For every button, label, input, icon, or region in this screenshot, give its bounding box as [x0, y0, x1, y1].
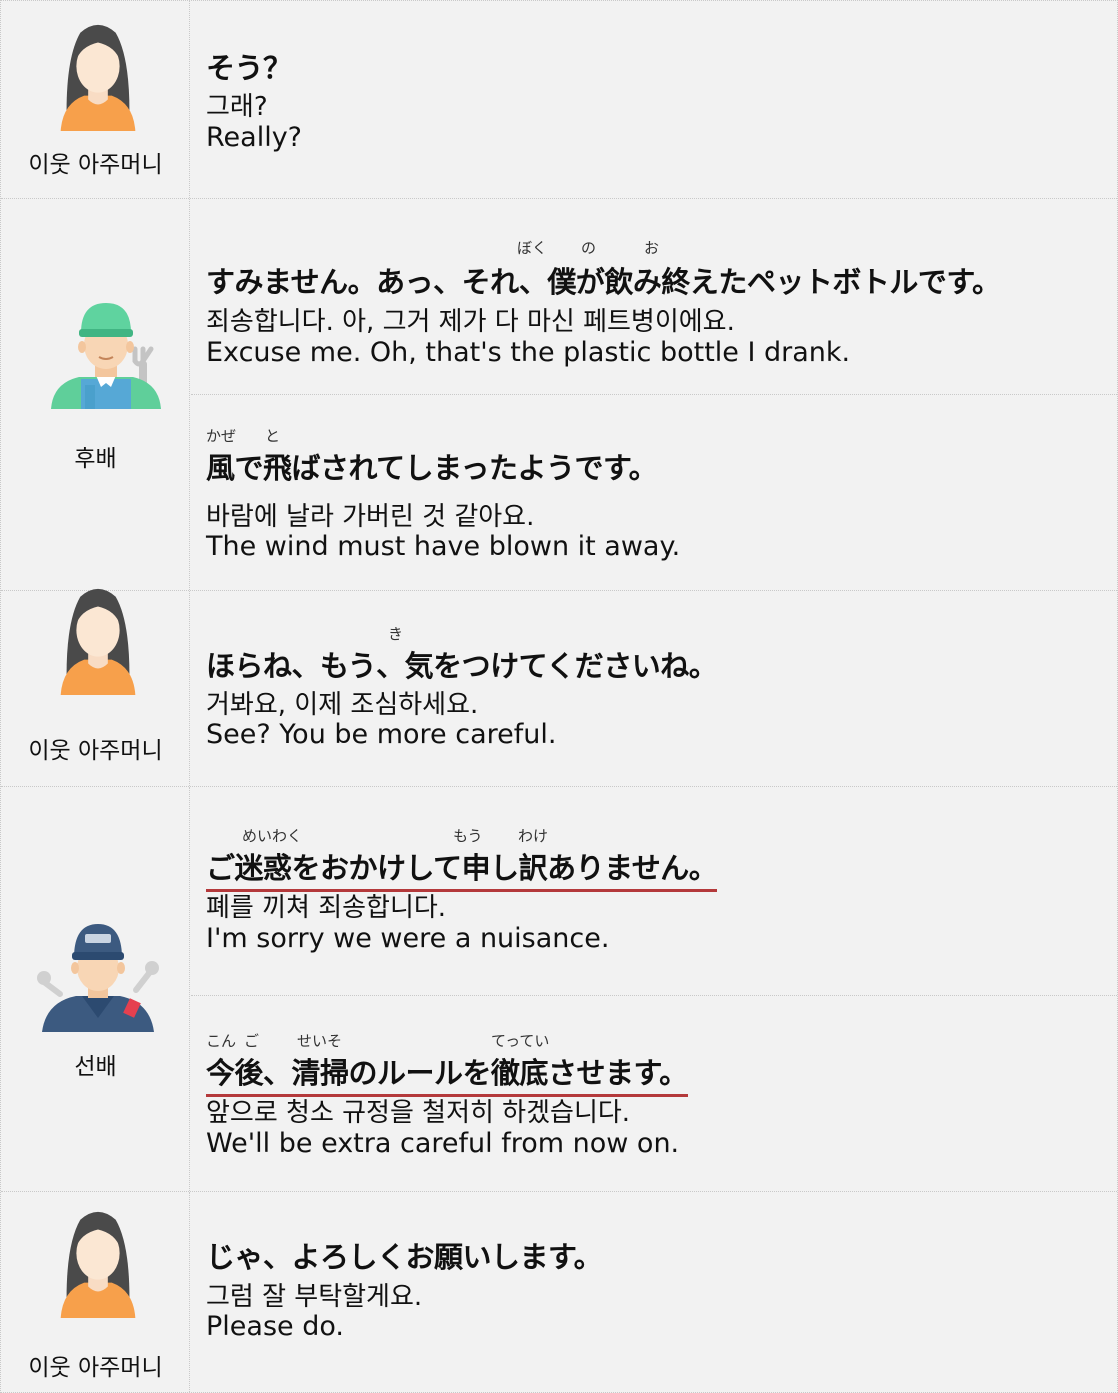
speaker-name: 후배: [74, 446, 117, 472]
english-line: Excuse me. Oh, that's the plastic bottle…: [206, 337, 851, 368]
speaker-cell: 후배: [1, 199, 190, 590]
furigana: ご: [244, 1032, 260, 1050]
dialogue-block-3: 이웃 아주머니 き ほらね、もう、気をつけてくださいね。 거봐요, 이제 조심하…: [1, 591, 1117, 787]
english-line: Really?: [206, 122, 303, 153]
speaker-name: 이웃 아주머니: [28, 738, 163, 764]
woman-avatar-icon: [58, 581, 138, 695]
speaker-cell: 이웃 아주머니: [1, 1, 190, 198]
japanese-line: すみません。あっ、それ、僕が飲み終えたペットボトルです。: [206, 265, 1001, 299]
speaker-name: 선배: [74, 1054, 117, 1080]
korean-line: 거봐요, 이제 조심하세요.: [206, 690, 479, 720]
line-group-4: き ほらね、もう、気をつけてくださいね。 거봐요, 이제 조심하세요. See?…: [191, 591, 1117, 787]
dialogue-sheet: 이웃 아주머니 そう？ 그래? Really? 후배 ぼく の お すみません。…: [0, 0, 1118, 1393]
japanese-line: そう？: [206, 51, 292, 85]
dialogue-block-5: 이웃 아주머니 じゃ、よろしくお願いします。 그럼 잘 부탁할게요. Pleas…: [1, 1192, 1117, 1392]
mechanic-blue-cap-icon: [36, 922, 160, 1032]
japanese-line-highlighted: ご迷惑をおかけして申し訳ありません。: [206, 845, 718, 892]
line-group-5: めいわく もう わけ ご迷惑をおかけして申し訳ありません。 폐를 끼쳐 죄송합니…: [191, 787, 1117, 995]
english-line: Please do.: [206, 1311, 344, 1342]
furigana: せいそ: [297, 1032, 343, 1050]
furigana: わけ: [518, 827, 549, 845]
dialogue-block-1: 이웃 아주머니 そう？ 그래? Really?: [1, 1, 1117, 199]
line-group-7: じゃ、よろしくお願いします。 그럼 잘 부탁할게요. Please do.: [191, 1192, 1117, 1392]
japanese-line-highlighted: 今後、清掃のルールを徹底させます。: [206, 1050, 688, 1097]
dialogue-block-2: 후배 ぼく の お すみません。あっ、それ、僕が飲み終えたペットボトルです。 죄…: [1, 199, 1117, 591]
english-line: We'll be extra careful from now on.: [206, 1128, 680, 1159]
speaker-cell: 이웃 아주머니: [1, 1192, 190, 1392]
korean-line: 폐를 끼쳐 죄송합니다.: [206, 893, 447, 923]
furigana: もう: [453, 827, 483, 845]
furigana: ぼく: [517, 239, 548, 257]
furigana: の: [581, 239, 597, 257]
speaker-name: 이웃 아주머니: [28, 1355, 163, 1381]
furigana: めいわく: [242, 827, 303, 845]
speaker-name: 이웃 아주머니: [28, 152, 163, 178]
korean-line: 그럼 잘 부탁할게요.: [206, 1282, 423, 1312]
furigana: き: [388, 625, 404, 643]
korean-line: 앞으로 청소 규정을 철저히 하겠습니다.: [206, 1098, 631, 1128]
worker-green-cap-icon: [50, 299, 162, 409]
english-line: See? You be more careful.: [206, 719, 557, 750]
woman-avatar-icon: [58, 17, 138, 131]
furigana: かぜ: [206, 427, 237, 445]
speaker-cell: 이웃 아주머니: [1, 591, 190, 786]
japanese-line: ほらね、もう、気をつけてくださいね。: [206, 649, 718, 683]
line-group-6: こん ご せいそ てってい 今後、清掃のルールを徹底させます。 앞으로 청소 규…: [191, 995, 1117, 1192]
dialogue-block-4: 선배 めいわく もう わけ ご迷惑をおかけして申し訳ありません。 폐를 끼쳐 죄…: [1, 787, 1117, 1192]
speaker-cell: 선배: [1, 787, 190, 1191]
furigana: てってい: [491, 1032, 550, 1050]
english-line: The wind must have blown it away.: [206, 531, 681, 562]
furigana: と: [265, 427, 281, 445]
korean-line: 죄송합니다. 아, 그거 제가 다 마신 페트병이에요.: [206, 307, 735, 337]
line-group-1: そう？ 그래? Really?: [191, 1, 1117, 199]
japanese-line: じゃ、よろしくお願いします。: [206, 1240, 603, 1274]
furigana: こん: [206, 1032, 237, 1050]
woman-avatar-icon: [58, 1204, 138, 1318]
english-line: I'm sorry we were a nuisance.: [206, 923, 610, 954]
korean-line: 그래?: [206, 92, 268, 122]
line-group-2: ぼく の お すみません。あっ、それ、僕が飲み終えたペットボトルです。 죄송합니…: [191, 199, 1117, 394]
korean-line: 바람에 날라 가버린 것 같아요.: [206, 502, 535, 532]
japanese-line: 風で飛ばされてしまったようです。: [206, 451, 658, 485]
furigana: お: [644, 239, 660, 257]
line-group-3: かぜ と 風で飛ばされてしまったようです。 바람에 날라 가버린 것 같아요. …: [191, 394, 1117, 591]
